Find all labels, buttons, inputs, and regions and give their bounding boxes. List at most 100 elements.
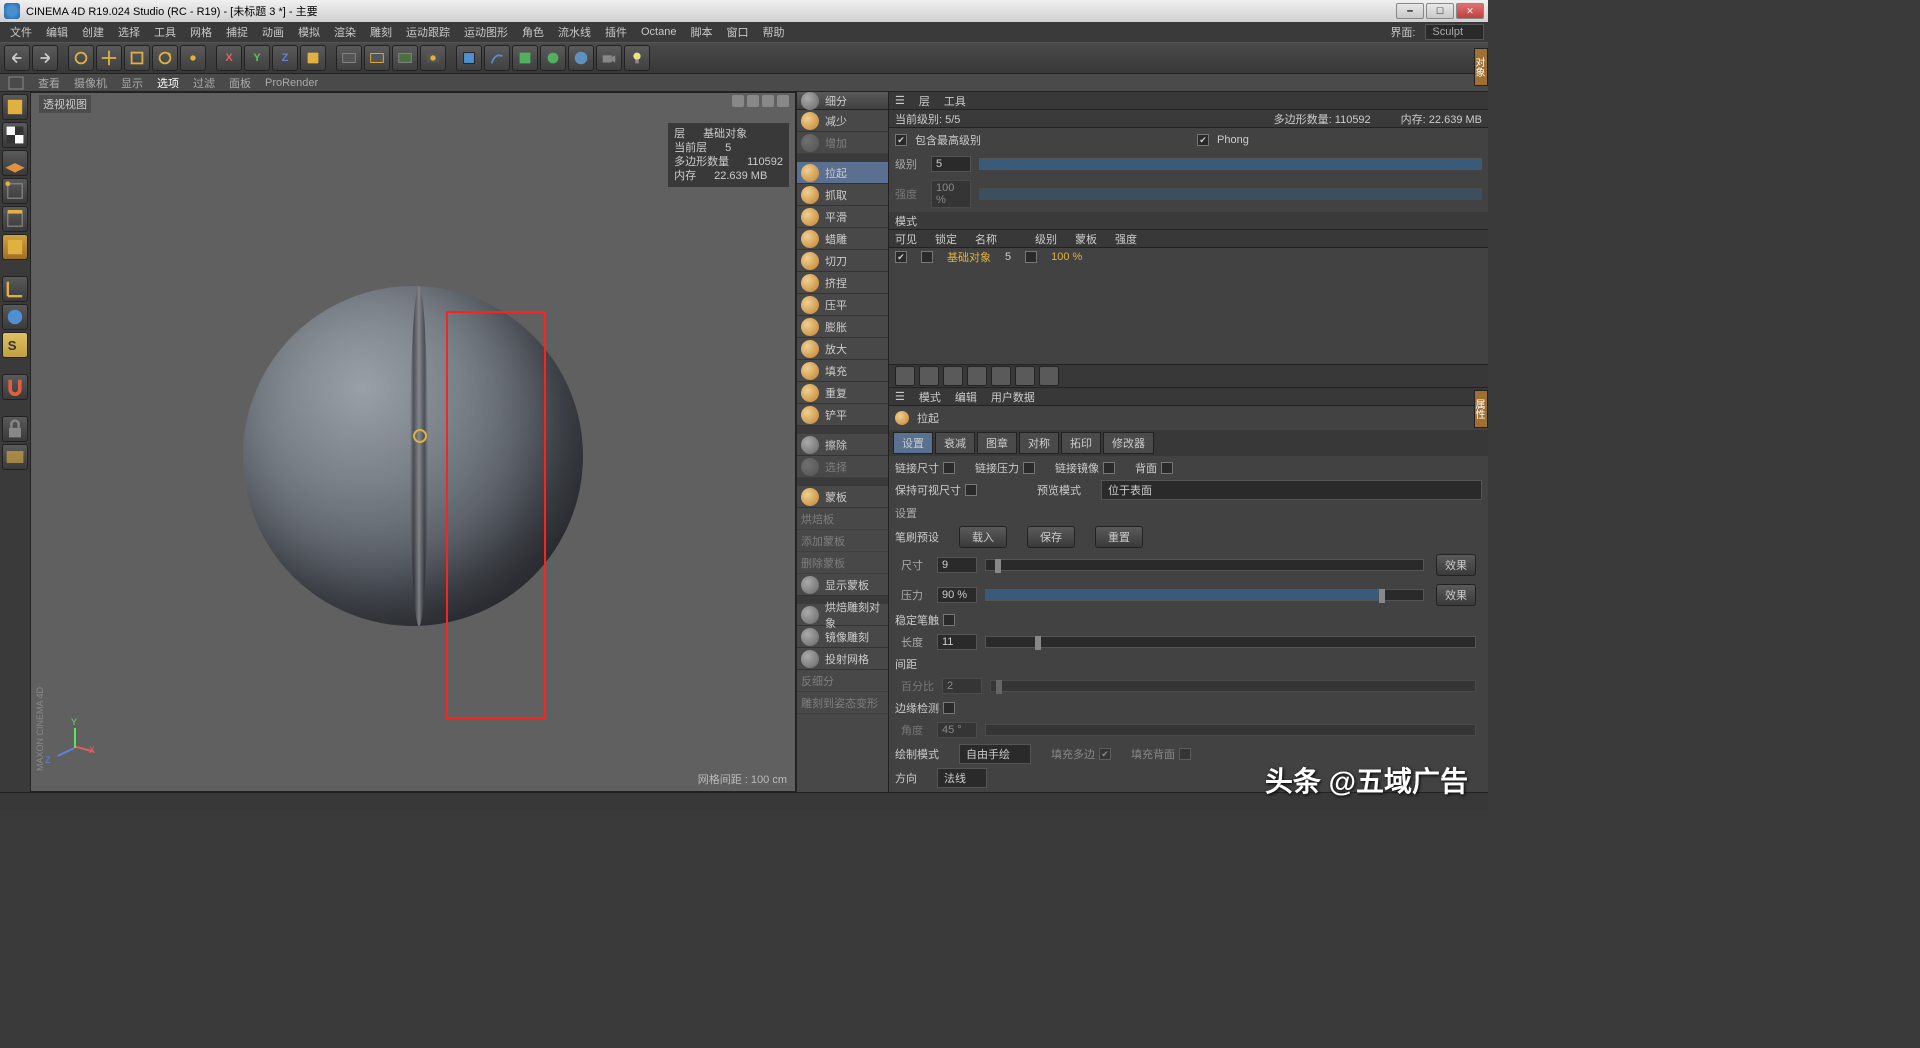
select-tool-button[interactable]: [68, 45, 94, 71]
layer-table-row[interactable]: 基础对象 5 100 %: [889, 248, 1488, 266]
attr-userdata[interactable]: 用户数据: [991, 389, 1035, 405]
menu-file[interactable]: 文件: [4, 22, 38, 42]
axis-z-button[interactable]: Z: [272, 45, 298, 71]
rotate-tool-button[interactable]: [152, 45, 178, 71]
save-preset-button[interactable]: 保存: [1027, 526, 1075, 548]
environment-button[interactable]: [568, 45, 594, 71]
backface-checkbox[interactable]: [1161, 462, 1173, 474]
tab-modifier[interactable]: 修改器: [1103, 432, 1154, 454]
row-visible-checkbox[interactable]: [895, 251, 907, 263]
include-highest-checkbox[interactable]: [895, 134, 907, 146]
sculpt-inflate[interactable]: 膨胀: [797, 316, 888, 338]
phong-checkbox[interactable]: [1197, 134, 1209, 146]
sculpt-flatten[interactable]: 压平: [797, 294, 888, 316]
menu-window[interactable]: 窗口: [720, 22, 754, 42]
render-region-button[interactable]: [364, 45, 390, 71]
merge-button[interactable]: [967, 366, 987, 386]
axis-x-button[interactable]: X: [216, 45, 242, 71]
generator-button[interactable]: [512, 45, 538, 71]
side-tab-object[interactable]: 对象: [1474, 48, 1488, 86]
render-settings-button[interactable]: [420, 45, 446, 71]
level-field[interactable]: 5: [931, 156, 971, 172]
vp-zoom-icon[interactable]: [747, 95, 759, 107]
menu-mesh[interactable]: 网格: [184, 22, 218, 42]
scale-tool-button[interactable]: [124, 45, 150, 71]
point-mode-button[interactable]: [2, 178, 28, 204]
length-slider[interactable]: [985, 636, 1476, 648]
size-field[interactable]: 9: [937, 557, 977, 573]
link-size-checkbox[interactable]: [943, 462, 955, 474]
render-view-button[interactable]: [336, 45, 362, 71]
maximize-button[interactable]: ☐: [1426, 3, 1454, 19]
close-button[interactable]: ✕: [1456, 3, 1484, 19]
pressure-field[interactable]: 90 %: [937, 587, 977, 603]
preview-mode-dropdown[interactable]: 位于表面: [1101, 480, 1482, 500]
menu-simulate[interactable]: 模拟: [292, 22, 326, 42]
add-folder-button[interactable]: [919, 366, 939, 386]
tab-falloff[interactable]: 衰减: [935, 432, 975, 454]
row-lock-checkbox[interactable]: [921, 251, 933, 263]
tab-symmetry[interactable]: 对称: [1019, 432, 1059, 454]
pressure-slider[interactable]: [985, 589, 1424, 601]
menu-create[interactable]: 创建: [76, 22, 110, 42]
deformer-button[interactable]: [540, 45, 566, 71]
sculpt-erase[interactable]: 擦除: [797, 434, 888, 456]
delete-layer-button[interactable]: [943, 366, 963, 386]
model-mode-button[interactable]: [2, 94, 28, 120]
axis-tool-button[interactable]: [2, 276, 28, 302]
render-pv-button[interactable]: [392, 45, 418, 71]
coord-system-button[interactable]: [300, 45, 326, 71]
menu-snap[interactable]: 捕捉: [220, 22, 254, 42]
sculpt-amplify[interactable]: 放大: [797, 338, 888, 360]
sculpt-knife[interactable]: 切刀: [797, 250, 888, 272]
side-tab-attr[interactable]: 属性: [1474, 390, 1488, 428]
sculpt-repeat[interactable]: 重复: [797, 382, 888, 404]
sub-view[interactable]: 查看: [38, 75, 60, 91]
size-effect-button[interactable]: 效果: [1436, 554, 1476, 576]
menu-select[interactable]: 选择: [112, 22, 146, 42]
tab-tool[interactable]: 工具: [944, 93, 966, 109]
sculpt-mirror[interactable]: 镜像雕刻: [797, 626, 888, 648]
link-pressure-checkbox[interactable]: [1023, 462, 1035, 474]
minimize-button[interactable]: ━: [1396, 3, 1424, 19]
spline-pen-button[interactable]: [484, 45, 510, 71]
menu-help[interactable]: 帮助: [756, 22, 790, 42]
sculpt-bake-obj[interactable]: 烘焙雕刻对象: [797, 604, 888, 626]
sculpt-wax[interactable]: 蜡雕: [797, 228, 888, 250]
reset-preset-button[interactable]: 重置: [1095, 526, 1143, 548]
sculpt-pull[interactable]: 拉起: [797, 162, 888, 184]
menu-sculpt[interactable]: 雕刻: [364, 22, 398, 42]
menu-pipeline[interactable]: 流水线: [552, 22, 597, 42]
steady-stroke-checkbox[interactable]: [943, 614, 955, 626]
edge-detect-checkbox[interactable]: [943, 702, 955, 714]
texture-mode-button[interactable]: [2, 122, 28, 148]
tab-stencil[interactable]: 拓印: [1061, 432, 1101, 454]
add-layer-button[interactable]: [895, 366, 915, 386]
attr-edit[interactable]: 编辑: [955, 389, 977, 405]
sub-camera[interactable]: 摄像机: [74, 75, 107, 91]
sculpt-show-mask[interactable]: 显示蒙板: [797, 574, 888, 596]
row-mask-checkbox[interactable]: [1025, 251, 1037, 263]
sculpt-subdivide-header[interactable]: 细分: [797, 92, 888, 110]
layout-dropdown[interactable]: Sculpt: [1425, 24, 1484, 40]
menu-octane[interactable]: Octane: [635, 24, 682, 40]
sculpt-scrape[interactable]: 铲平: [797, 404, 888, 426]
workplane-button[interactable]: [2, 150, 28, 176]
camera-button[interactable]: [596, 45, 622, 71]
sculpt-smooth[interactable]: 平滑: [797, 206, 888, 228]
menu-edit[interactable]: 编辑: [40, 22, 74, 42]
menu-animate[interactable]: 动画: [256, 22, 290, 42]
magnet-button[interactable]: [2, 374, 28, 400]
snap-toggle-button[interactable]: S: [2, 332, 28, 358]
length-field[interactable]: 11: [937, 634, 977, 650]
primitive-cube-button[interactable]: [456, 45, 482, 71]
viewport-solo-button[interactable]: [2, 304, 28, 330]
move-tool-button[interactable]: [96, 45, 122, 71]
sub-display[interactable]: 显示: [121, 75, 143, 91]
invert-button[interactable]: [1015, 366, 1035, 386]
sculpt-pinch[interactable]: 挤捏: [797, 272, 888, 294]
sub-filter[interactable]: 过滤: [193, 75, 215, 91]
sculpt-fill[interactable]: 填充: [797, 360, 888, 382]
vp-rotate-icon[interactable]: [762, 95, 774, 107]
sub-panel[interactable]: 面板: [229, 75, 251, 91]
